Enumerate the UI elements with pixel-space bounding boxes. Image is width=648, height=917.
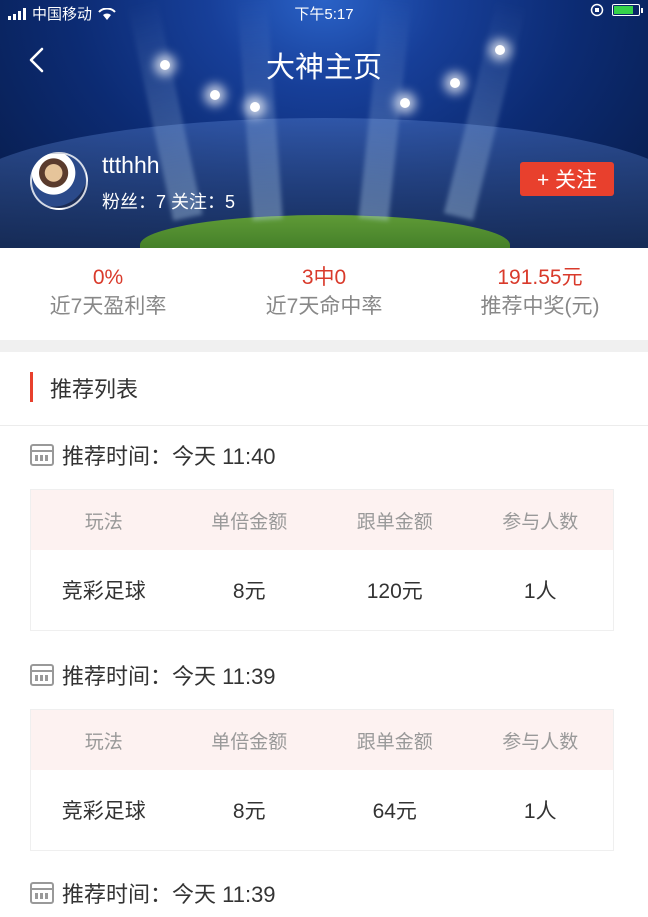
- section-title: 推荐列表: [50, 377, 139, 402]
- section-gap: [0, 340, 648, 352]
- col-header: 单倍金额: [211, 731, 288, 753]
- profile-header: 中国移动 下午5:17 大神主页 ttthhh 粉丝：7 关注：5 + 关注: [0, 0, 648, 248]
- stat-value: 191.55元: [497, 266, 583, 289]
- status-time: 下午5:17: [294, 6, 354, 23]
- cell-play-type: 竞彩足球: [61, 580, 146, 603]
- col-header: 参与人数: [502, 511, 579, 533]
- page-title: 大神主页: [265, 52, 382, 84]
- stat-value: 0%: [92, 266, 124, 289]
- table-row: 竞彩足球 8元 64元 1人: [31, 770, 613, 850]
- stadium-light: [400, 98, 410, 108]
- col-header: 单倍金额: [211, 511, 288, 533]
- calendar-icon: [30, 444, 54, 466]
- table-header: 玩法 单倍金额 跟单金额 参与人数: [31, 710, 613, 770]
- col-header: 参与人数: [502, 731, 579, 753]
- fans-follow-count: 粉丝：7 关注：5: [102, 192, 236, 212]
- recommend-time-row: 推荐时间：今天 11:39: [30, 877, 276, 909]
- stat-profit-rate: 0% 近7天盈利率: [0, 248, 216, 340]
- recommend-time: 推荐时间：今天 11:40: [62, 444, 276, 469]
- stadium-light: [210, 90, 220, 100]
- recommendation-card[interactable]: 推荐时间：今天 11:40 玩法 单倍金额 跟单金额 参与人数 竞彩足球 8元 …: [0, 427, 648, 647]
- status-right: [590, 3, 643, 17]
- section-accent-bar: [30, 372, 33, 402]
- cell-participants: 1人: [523, 800, 557, 823]
- orientation-lock-icon: [590, 3, 604, 17]
- calendar-icon: [30, 664, 54, 686]
- cell-follow-amount: 120元: [366, 580, 423, 603]
- cell-play-type: 竞彩足球: [61, 800, 146, 823]
- recommend-time: 推荐时间：今天 11:39: [62, 882, 276, 907]
- stat-prize: 191.55元 推荐中奖(元): [432, 248, 648, 340]
- recommend-table: 玩法 单倍金额 跟单金额 参与人数 竞彩足球 8元 64元 1人: [30, 709, 614, 851]
- col-header: 跟单金额: [356, 511, 433, 533]
- stats-row: 0% 近7天盈利率 3中0 近7天命中率 191.55元 推荐中奖(元): [0, 248, 648, 340]
- col-header: 玩法: [84, 511, 123, 533]
- cell-single-amount: 8元: [232, 800, 266, 823]
- recommend-time-row: 推荐时间：今天 11:40: [30, 439, 276, 471]
- stat-label: 推荐中奖(元): [480, 295, 600, 318]
- follow-button[interactable]: + 关注: [520, 162, 614, 196]
- recommendation-card[interactable]: 推荐时间：今天 11:39: [0, 867, 648, 917]
- section-header: 推荐列表: [0, 352, 648, 426]
- stat-value: 3中0: [301, 266, 347, 289]
- avatar[interactable]: [30, 152, 88, 210]
- cell-single-amount: 8元: [232, 580, 266, 603]
- app-root: 中国移动 下午5:17 大神主页 ttthhh 粉丝：7 关注：5 + 关注 0…: [0, 0, 648, 917]
- battery-icon: [612, 4, 643, 16]
- cell-follow-amount: 64元: [372, 800, 417, 823]
- col-header: 跟单金额: [356, 731, 433, 753]
- col-header: 玩法: [84, 731, 123, 753]
- recommend-time: 推荐时间：今天 11:39: [62, 664, 276, 689]
- status-bar: 中国移动 下午5:17: [0, 0, 648, 26]
- stadium-light: [250, 102, 260, 112]
- username: ttthhh: [102, 152, 160, 178]
- table-header: 玩法 单倍金额 跟单金额 参与人数: [31, 490, 613, 550]
- stat-hit-rate: 3中0 近7天命中率: [216, 248, 432, 340]
- recommendation-card[interactable]: 推荐时间：今天 11:39 玩法 单倍金额 跟单金额 参与人数 竞彩足球 8元 …: [0, 647, 648, 867]
- stat-label: 近7天命中率: [265, 295, 383, 318]
- cell-participants: 1人: [523, 580, 557, 603]
- calendar-icon: [30, 882, 54, 904]
- stat-label: 近7天盈利率: [49, 295, 167, 318]
- table-row: 竞彩足球 8元 120元 1人: [31, 550, 613, 630]
- recommend-table: 玩法 单倍金额 跟单金额 参与人数 竞彩足球 8元 120元 1人: [30, 489, 614, 631]
- recommend-time-row: 推荐时间：今天 11:39: [30, 659, 276, 691]
